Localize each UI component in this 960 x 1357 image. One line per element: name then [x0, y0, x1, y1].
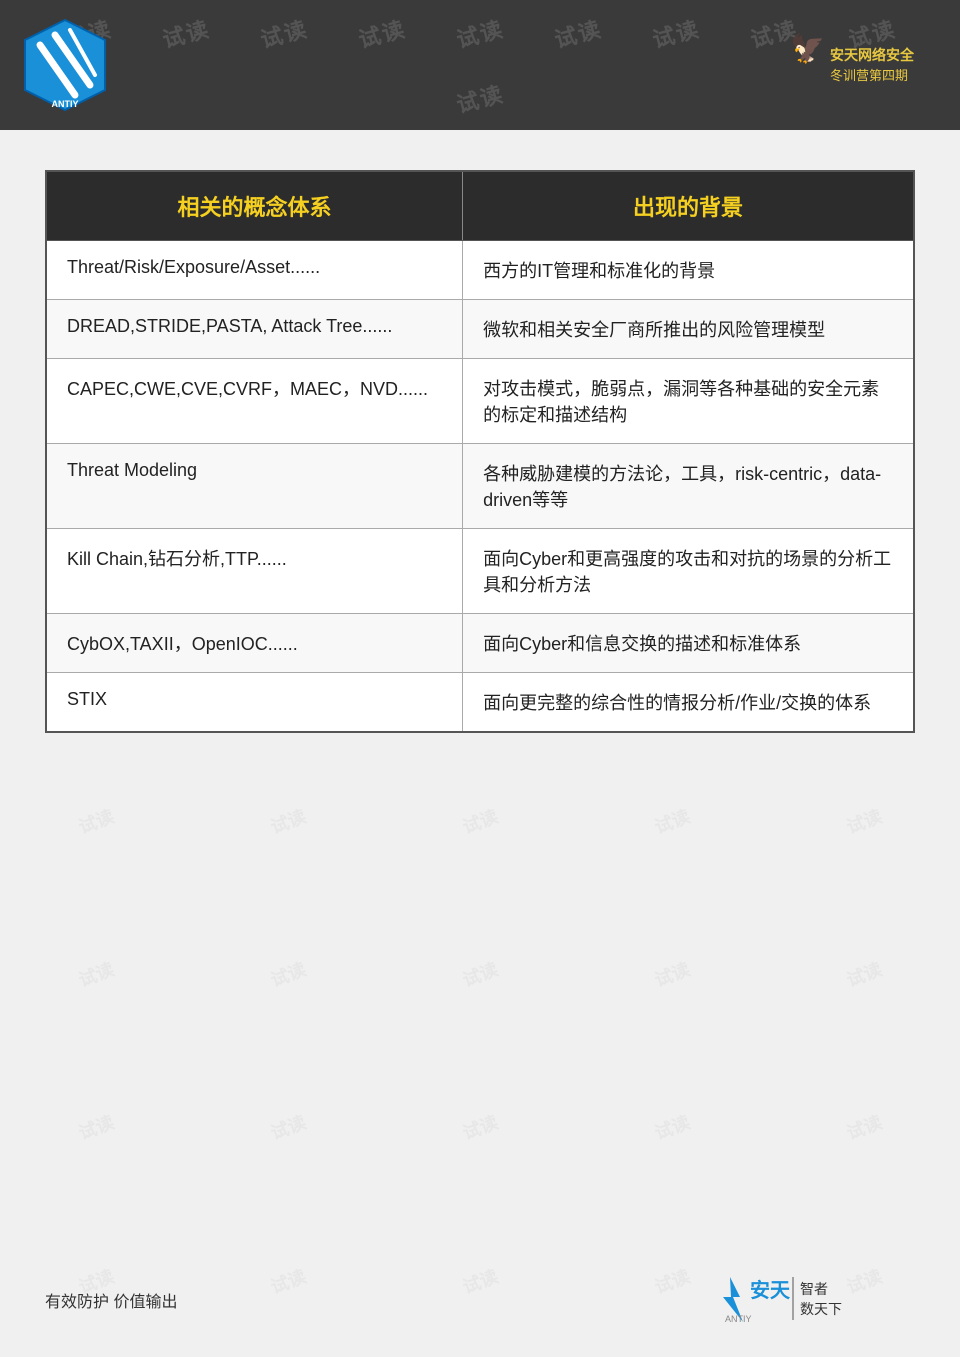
- right-logo-svg: 🦅 安天网络安全 冬训营第四期: [780, 18, 940, 108]
- table-cell-right: 面向更完整的综合性的情报分析/作业/交换的体系: [463, 673, 914, 733]
- table-cell-right: 各种威胁建模的方法论，工具，risk-centric，data-driven等等: [463, 444, 914, 529]
- table-row: STIX面向更完整的综合性的情报分析/作业/交换的体系: [46, 673, 914, 733]
- wm6: 试读: [524, 0, 632, 70]
- svg-text:🦅: 🦅: [790, 31, 825, 65]
- table-cell-left: Threat Modeling: [46, 444, 463, 529]
- svg-text:冬训营第四期: 冬训营第四期: [830, 68, 908, 83]
- table-cell-right: 对攻击模式，脆弱点，漏洞等各种基础的安全元素的标定和描述结构: [463, 359, 914, 444]
- table-row: CAPEC,CWE,CVE,CVRF，MAEC，NVD......对攻击模式，脆…: [46, 359, 914, 444]
- svg-text:安天网络安全: 安天网络安全: [830, 47, 915, 63]
- header-right-logo: 🦅 安天网络安全 冬训营第四期: [780, 18, 940, 113]
- footer-left-text: 有效防护 价值输出: [45, 1288, 177, 1312]
- table-cell-left: Kill Chain,钻石分析,TTP......: [46, 529, 463, 614]
- wm2: 试读: [132, 0, 240, 70]
- footer: 有效防护 价值输出 安天 智者 数天下 ANTIY: [0, 1272, 960, 1327]
- table-cell-left: STIX: [46, 673, 463, 733]
- header: 试读 试读 试读 试读 试读 试读 试读 试读 试读 试读 ANTIY 🦅 安天…: [0, 0, 960, 130]
- svg-text:智者: 智者: [800, 1281, 828, 1297]
- table-cell-left: CAPEC,CWE,CVE,CVRF，MAEC，NVD......: [46, 359, 463, 444]
- col1-header: 相关的概念体系: [46, 171, 463, 241]
- svg-text:ANTIY: ANTIY: [725, 1314, 752, 1324]
- table-row: Threat/Risk/Exposure/Asset......西方的IT管理和…: [46, 241, 914, 300]
- table-cell-left: Threat/Risk/Exposure/Asset......: [46, 241, 463, 300]
- wm7: 试读: [622, 0, 730, 70]
- table-cell-left: DREAD,STRIDE,PASTA, Attack Tree......: [46, 300, 463, 359]
- svg-text:ANTIY: ANTIY: [52, 99, 79, 109]
- footer-right-logo: 安天 智者 数天下 ANTIY: [715, 1272, 915, 1327]
- table-row: Kill Chain,钻石分析,TTP......面向Cyber和更高强度的攻击…: [46, 529, 914, 614]
- footer-logo-svg: 安天 智者 数天下 ANTIY: [715, 1272, 915, 1327]
- wm4: 试读: [328, 0, 436, 70]
- col2-header: 出现的背景: [463, 171, 914, 241]
- table-row: Threat Modeling各种威胁建模的方法论，工具，risk-centri…: [46, 444, 914, 529]
- table-header-row: 相关的概念体系 出现的背景: [46, 171, 914, 241]
- main-table: 相关的概念体系 出现的背景 Threat/Risk/Exposure/Asset…: [45, 170, 915, 733]
- table-cell-right: 西方的IT管理和标准化的背景: [463, 241, 914, 300]
- table-cell-right: 面向Cyber和信息交换的描述和标准体系: [463, 614, 914, 673]
- svg-text:数天下: 数天下: [800, 1301, 842, 1317]
- table-cell-right: 微软和相关安全厂商所推出的风险管理模型: [463, 300, 914, 359]
- wm3: 试读: [230, 0, 338, 70]
- svg-text:安天: 安天: [750, 1278, 791, 1302]
- main-content: 相关的概念体系 出现的背景 Threat/Risk/Exposure/Asset…: [0, 130, 960, 773]
- table-row: CybOX,TAXII，OpenIOC......面向Cyber和信息交换的描述…: [46, 614, 914, 673]
- wm10: 试读: [426, 60, 534, 130]
- table-row: DREAD,STRIDE,PASTA, Attack Tree......微软和…: [46, 300, 914, 359]
- antiy-logo-svg: ANTIY: [20, 15, 110, 115]
- table-cell-left: CybOX,TAXII，OpenIOC......: [46, 614, 463, 673]
- table-cell-right: 面向Cyber和更高强度的攻击和对抗的场景的分析工具和分析方法: [463, 529, 914, 614]
- header-logo: ANTIY: [20, 15, 110, 115]
